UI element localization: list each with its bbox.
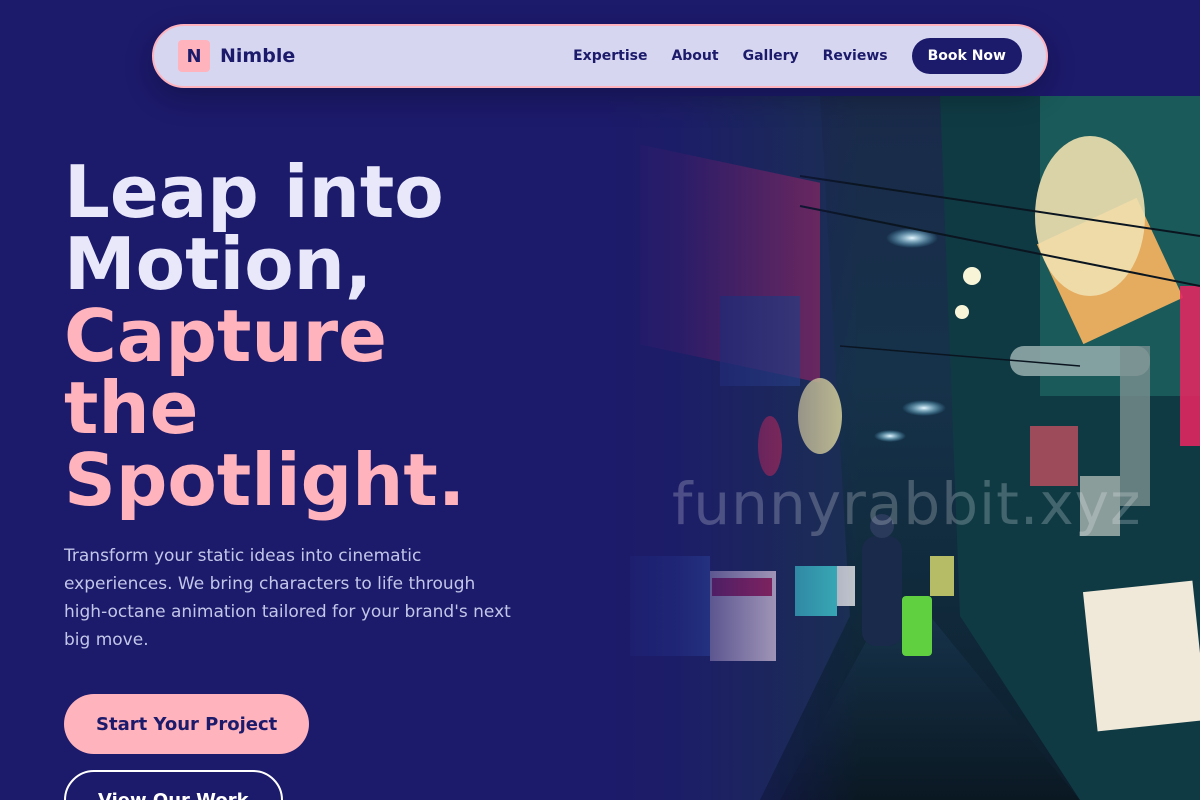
view-work-button[interactable]: View Our Work	[64, 770, 283, 800]
headline-accent-line: Capture	[64, 294, 387, 378]
headline-line: Leap into	[64, 150, 444, 234]
top-nav: N Nimble Expertise About Gallery Reviews…	[152, 24, 1048, 88]
brand-name: Nimble	[220, 45, 296, 67]
headline-accent-line: the	[64, 366, 199, 450]
neon-alley-illustration	[600, 96, 1200, 800]
nav-link-gallery[interactable]: Gallery	[743, 48, 799, 64]
hero-image	[600, 96, 1200, 800]
logo-mark-icon: N	[178, 40, 210, 72]
book-now-button[interactable]: Book Now	[911, 38, 1022, 74]
nav-link-reviews[interactable]: Reviews	[823, 48, 888, 64]
nav-links: Expertise About Gallery Reviews Book Now	[573, 38, 1022, 74]
brand-logo[interactable]: N Nimble	[178, 40, 295, 72]
nav-link-about[interactable]: About	[671, 48, 718, 64]
headline-line: Motion,	[64, 222, 373, 306]
headline-accent-line: Spotlight.	[64, 438, 466, 522]
image-watermark: funnyrabbit.xyz	[672, 470, 1142, 538]
nav-link-expertise[interactable]: Expertise	[573, 48, 647, 64]
hero-headline: Leap into Motion, Capture the Spotlight.	[64, 156, 584, 516]
hero-description: Transform your static ideas into cinemat…	[64, 546, 511, 650]
start-project-button[interactable]: Start Your Project	[64, 694, 310, 754]
